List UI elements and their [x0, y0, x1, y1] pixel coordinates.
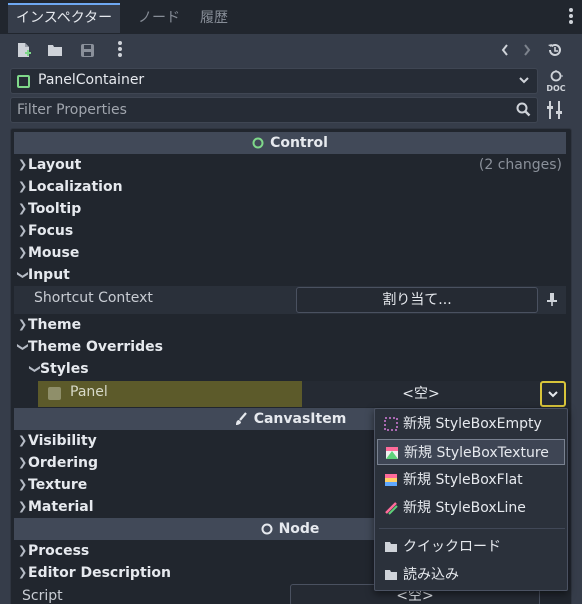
- chevron-down-icon: [519, 77, 529, 84]
- panel-label: Panel: [70, 384, 108, 400]
- property-shortcut-context: Shortcut Context 割り当て...: [14, 286, 566, 314]
- object-selector[interactable]: PanelContainer: [10, 68, 538, 94]
- folder-icon: [385, 570, 397, 580]
- tab-history[interactable]: 履歴: [192, 3, 236, 33]
- chevron-down-icon: [548, 391, 558, 398]
- pin-icon[interactable]: [546, 292, 558, 306]
- object-selector-label: PanelContainer: [38, 72, 145, 88]
- menu-item-new-styleboxtexture[interactable]: 新規 StyleBoxTexture: [377, 439, 565, 465]
- chevron-right-icon: ❯: [18, 456, 28, 469]
- property-panel-style: Panel <空>: [38, 381, 566, 407]
- group-mouse[interactable]: ❯ Mouse: [14, 242, 566, 264]
- styleboxempty-icon: [384, 417, 398, 431]
- menu-item-new-styleboxline[interactable]: 新規 StyleBoxLine: [377, 495, 565, 521]
- chevron-right-icon: ❯: [18, 500, 28, 513]
- styleboxflat-icon: [385, 474, 397, 486]
- group-input[interactable]: ❯ Input: [14, 264, 566, 286]
- panel-container-icon: [17, 75, 30, 88]
- open-documentation-icon[interactable]: DOC: [545, 70, 567, 93]
- group-styles[interactable]: ❯ Styles: [26, 358, 566, 380]
- section-canvas-item-label: CanvasItem: [253, 411, 347, 427]
- script-label: Script: [22, 588, 63, 604]
- resource-dropdown-button[interactable]: [540, 381, 566, 407]
- styleboxline-icon: [385, 502, 398, 515]
- group-focus[interactable]: ❯ Focus: [14, 220, 566, 242]
- group-localization[interactable]: ❯ Localization: [14, 176, 566, 198]
- menu-item-new-styleboxempty[interactable]: 新規 StyleBoxEmpty: [377, 411, 565, 437]
- more-options-icon[interactable]: [111, 41, 129, 59]
- chevron-right-icon: ❯: [18, 246, 28, 259]
- chevron-right-icon: ❯: [18, 224, 28, 237]
- panel-override-row: Panel: [38, 381, 302, 407]
- resource-popup-menu: 新規 StyleBoxEmpty 新規 StyleBoxTexture 新規 S…: [374, 408, 568, 591]
- filter-properties-field[interactable]: [10, 97, 538, 123]
- chevron-right-icon: ❯: [18, 478, 28, 491]
- menu-item-load[interactable]: 読み込み: [377, 562, 565, 588]
- folder-icon: [385, 542, 397, 552]
- menu-item-new-styleboxflat[interactable]: 新規 StyleBoxFlat: [377, 467, 565, 493]
- menu-item-quick-load[interactable]: クイックロード: [377, 534, 565, 560]
- history-forward-icon[interactable]: [518, 41, 536, 59]
- assign-button[interactable]: 割り当て...: [296, 287, 538, 313]
- chevron-right-icon: ❯: [18, 318, 28, 331]
- group-theme[interactable]: ❯ Theme: [14, 314, 566, 336]
- open-folder-icon[interactable]: [46, 41, 64, 59]
- node-icon: [261, 523, 273, 535]
- shortcut-context-label: Shortcut Context: [34, 290, 153, 306]
- chevron-right-icon: ❯: [18, 180, 28, 193]
- chevron-right-icon: ❯: [18, 544, 28, 557]
- history-back-icon[interactable]: [496, 41, 514, 59]
- section-control: Control: [14, 132, 566, 154]
- dock-tab-bar: インスペクター ノード 履歴: [0, 0, 582, 34]
- group-tooltip[interactable]: ❯ Tooltip: [14, 198, 566, 220]
- section-node-label: Node: [278, 521, 320, 537]
- tab-node[interactable]: ノード: [130, 3, 188, 33]
- brush-icon: [235, 412, 247, 425]
- dock-menu-icon[interactable]: [568, 8, 574, 26]
- changes-count: (2 changes): [478, 157, 562, 173]
- control-node-icon: [252, 137, 264, 149]
- tab-inspector[interactable]: インスペクター: [8, 3, 121, 33]
- chevron-right-icon: ❯: [18, 566, 28, 579]
- override-checkbox[interactable]: [48, 387, 61, 400]
- chevron-right-icon: ❯: [18, 158, 28, 171]
- menu-separator: [379, 528, 565, 529]
- styleboxtexture-icon: [386, 447, 398, 459]
- chevron-right-icon: ❯: [18, 434, 28, 447]
- chevron-right-icon: ❯: [18, 202, 28, 215]
- new-resource-icon[interactable]: [15, 41, 33, 59]
- filter-properties-input[interactable]: [11, 98, 511, 122]
- property-tools-icon[interactable]: [546, 100, 564, 120]
- inspector-toolbar: [0, 34, 582, 66]
- save-icon[interactable]: [78, 41, 96, 59]
- section-control-label: Control: [270, 135, 328, 151]
- group-layout[interactable]: ❯ Layout (2 changes): [14, 154, 566, 176]
- panel-resource-value[interactable]: <空>: [302, 381, 540, 407]
- group-theme-overrides[interactable]: ❯ Theme Overrides: [14, 336, 566, 358]
- recent-history-icon[interactable]: [546, 41, 564, 59]
- search-icon: [516, 102, 531, 117]
